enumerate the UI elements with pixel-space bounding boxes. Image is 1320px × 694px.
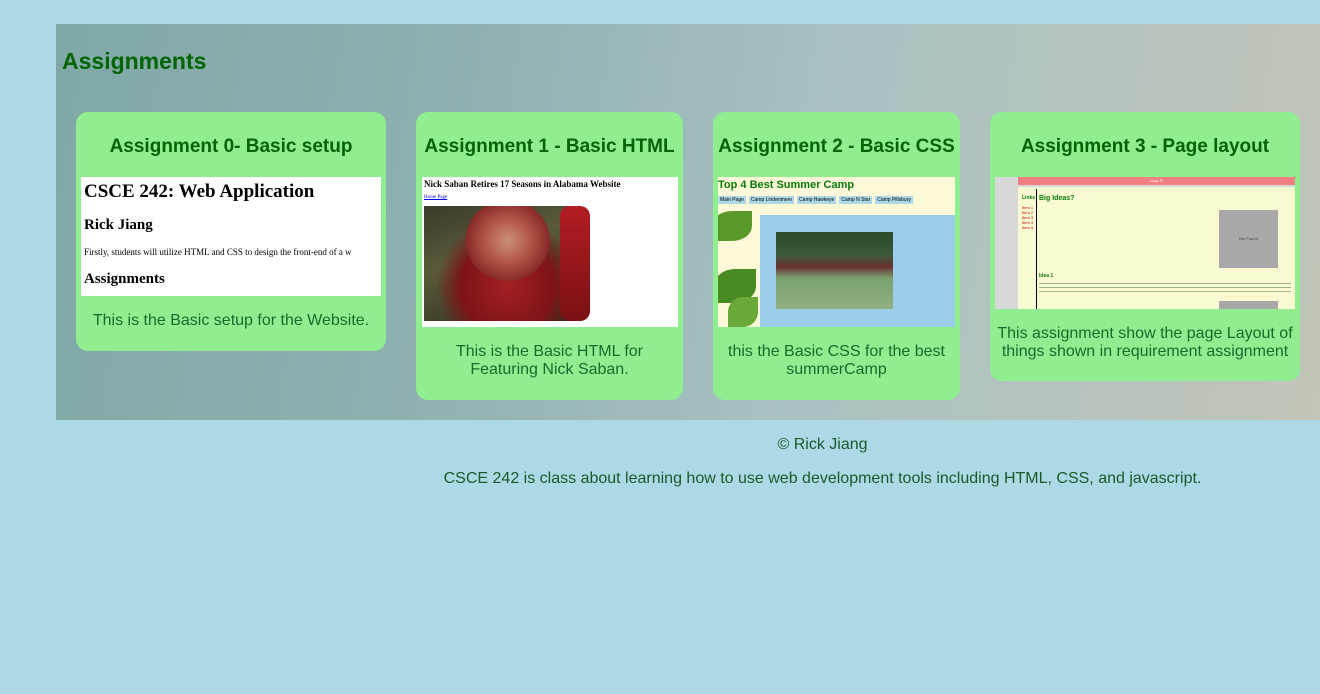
footer-copyright: © Rick Jiang	[777, 436, 868, 453]
thumb-nav: Main Page Camp Lindenmere Camp Hawkeye C…	[718, 196, 913, 204]
card-description: This is the Basic setup for the Website.	[92, 312, 370, 329]
footer-description: CSCE 242 is class about learning how to …	[443, 470, 1202, 487]
assignment-thumbnail[interactable]: Nick Saban Retires 17 Seasons in Alabama…	[422, 177, 678, 327]
assignment-card-3[interactable]: Assignment 3 - Page layout Logo R Links …	[990, 112, 1300, 381]
thumb-heading: Nick Saban Retires 17 Seasons in Alabama…	[424, 179, 621, 189]
thumb-text: Firstly, students will utilize HTML and …	[84, 247, 352, 257]
assignment-thumbnail[interactable]: CSCE 242: Web Application Rick Jiang Fir…	[81, 177, 381, 296]
thumb-links-label: Links	[1022, 195, 1036, 201]
assignment-card-1[interactable]: Assignment 1 - Basic HTML Nick Saban Ret…	[416, 112, 683, 400]
thumb-heading: Top 4 Best Summer Camp	[718, 179, 855, 191]
card-title[interactable]: Assignment 1 - Basic HTML	[416, 136, 683, 158]
thumb-heading: CSCE 242: Web Application	[84, 181, 315, 202]
assignment-thumbnail[interactable]: Top 4 Best Summer Camp Main Page Camp Li…	[718, 177, 955, 327]
thumb-nav-item: Main Page	[718, 196, 746, 204]
coach-photo	[424, 206, 576, 321]
thumb-divider	[1036, 189, 1037, 309]
thumb-name: Rick Jiang	[84, 217, 153, 233]
thumb-nav-item: Camp Pillsbury	[875, 196, 913, 204]
thumb-idea-label: Idea 1	[1039, 273, 1054, 279]
thumb-link-list: Item 1 Item 2 Item 3 Item 4 Item 5	[1022, 205, 1033, 230]
thumb-grey-block	[1219, 301, 1278, 309]
thumb-body-text	[1039, 283, 1291, 293]
card-title[interactable]: Assignment 3 - Page layout	[990, 136, 1300, 158]
card-description: This is the Basic HTML for Featuring Nic…	[455, 343, 643, 378]
thumb-link: Home Page	[424, 195, 448, 200]
leaf-decoration	[728, 297, 758, 327]
thumb-subheading: Assignments	[84, 271, 165, 287]
leaf-decoration	[718, 211, 752, 241]
card-description: This assignment show the page Layout of …	[997, 325, 1293, 360]
thumb-nav-item: Camp Hawkeye	[797, 196, 837, 204]
thumb-header-bar: Logo R	[1018, 177, 1295, 185]
assignment-card-0[interactable]: Assignment 0- Basic setup CSCE 242: Web …	[76, 112, 386, 351]
assignments-section: Assignments Assignment 0- Basic setup CS…	[56, 24, 1320, 420]
card-title[interactable]: Assignment 0- Basic setup	[76, 136, 386, 158]
card-description: this the Basic CSS for the best summerCa…	[728, 343, 945, 378]
card-title[interactable]: Assignment 2 - Basic CSS	[713, 136, 960, 158]
thumb-heading: Big Ideas?	[1039, 195, 1075, 202]
thumb-image-placeholder: Not Found	[1219, 210, 1278, 268]
assignment-thumbnail[interactable]: Logo R Links Item 1 Item 2 Item 3 Item 4…	[995, 177, 1295, 309]
photo-side-figure	[560, 206, 590, 321]
thumb-link: Item 5	[1022, 225, 1034, 230]
thumb-nav-item: Camp N Star	[839, 196, 873, 204]
section-title: Assignments	[62, 48, 207, 74]
assignment-card-2[interactable]: Assignment 2 - Basic CSS Top 4 Best Summ…	[713, 112, 960, 400]
camp-photo	[776, 232, 893, 309]
thumb-nav-item: Camp Lindenmere	[748, 196, 795, 204]
